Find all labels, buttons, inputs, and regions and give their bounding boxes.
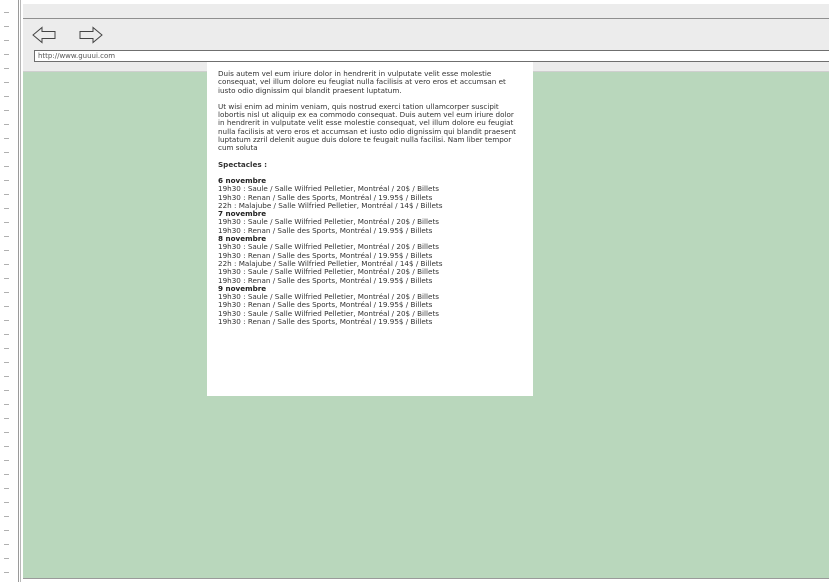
- day-block: 9 novembre 19h30 : Saule / Salle Wilfrie…: [218, 284, 522, 327]
- left-ruler: [0, 0, 19, 582]
- ruler-tick: [4, 152, 9, 153]
- ruler-tick: [4, 530, 9, 531]
- ruler-tick: [4, 124, 9, 125]
- day-block: 8 novembre 19h30 : Saule / Salle Wilfrie…: [218, 234, 522, 285]
- bottom-border: [23, 578, 829, 579]
- ruler-tick: [4, 432, 9, 433]
- ruler-tick: [4, 82, 9, 83]
- ruler-tick: [4, 264, 9, 265]
- show-line: 19h30 : Renan / Salle des Sports, Montré…: [218, 317, 433, 327]
- ruler-tick: [4, 572, 9, 573]
- content-card: Duis autem vel eum iriure dolor in hendr…: [207, 62, 533, 396]
- ruler-tick: [4, 516, 9, 517]
- ruler-tick: [4, 12, 9, 13]
- ruler-tick: [4, 334, 9, 335]
- ruler-tick: [4, 96, 9, 97]
- ruler-tick: [4, 544, 9, 545]
- ruler-tick: [4, 292, 9, 293]
- ruler-tick: [4, 54, 9, 55]
- ruler-tick: [4, 26, 9, 27]
- ruler-tick: [4, 348, 9, 349]
- ruler-tick: [4, 558, 9, 559]
- ruler-tick: [4, 306, 9, 307]
- ruler-tick: [4, 194, 9, 195]
- ruler-tick: [4, 278, 9, 279]
- ruler-tick: [4, 390, 9, 391]
- ruler-tick: [4, 474, 9, 475]
- ruler-tick: [4, 418, 9, 419]
- ruler-tick: [4, 376, 9, 377]
- ruler-tick: [4, 320, 9, 321]
- ruler-tick: [4, 502, 9, 503]
- ruler-tick: [4, 460, 9, 461]
- ruler-tick: [4, 110, 9, 111]
- browser-window: http://www.guuui.com Duis autem vel eum …: [23, 4, 829, 578]
- browser-title-band: [23, 4, 829, 18]
- ruler-tick: [4, 236, 9, 237]
- ruler-tick: [4, 446, 9, 447]
- ruler-tick: [4, 208, 9, 209]
- ruler-tick: [4, 40, 9, 41]
- ruler-tick: [4, 138, 9, 139]
- day-block: 7 novembre 19h30 : Saule / Salle Wilfrie…: [218, 209, 522, 235]
- ruler-tick: [4, 68, 9, 69]
- intro-paragraph-2: Ut wisi enim ad minim veniam, quis nostr…: [218, 101, 516, 153]
- section-title-spectacles: Spectacles :: [218, 159, 267, 169]
- ruler-tick: [4, 250, 9, 251]
- ruler-tick: [4, 362, 9, 363]
- address-bar[interactable]: http://www.guuui.com: [34, 50, 829, 62]
- back-arrow-icon[interactable]: [32, 26, 56, 44]
- ruler-tick: [4, 166, 9, 167]
- intro-paragraph-1: Duis autem vel eum iriure dolor in hendr…: [218, 69, 506, 95]
- forward-arrow-icon[interactable]: [79, 26, 103, 44]
- ruler-tick: [4, 180, 9, 181]
- ruler-tick: [4, 488, 9, 489]
- ruler-tick: [4, 222, 9, 223]
- ruler-tick: [4, 404, 9, 405]
- day-block: 6 novembre 19h30 : Saule / Salle Wilfrie…: [218, 176, 522, 210]
